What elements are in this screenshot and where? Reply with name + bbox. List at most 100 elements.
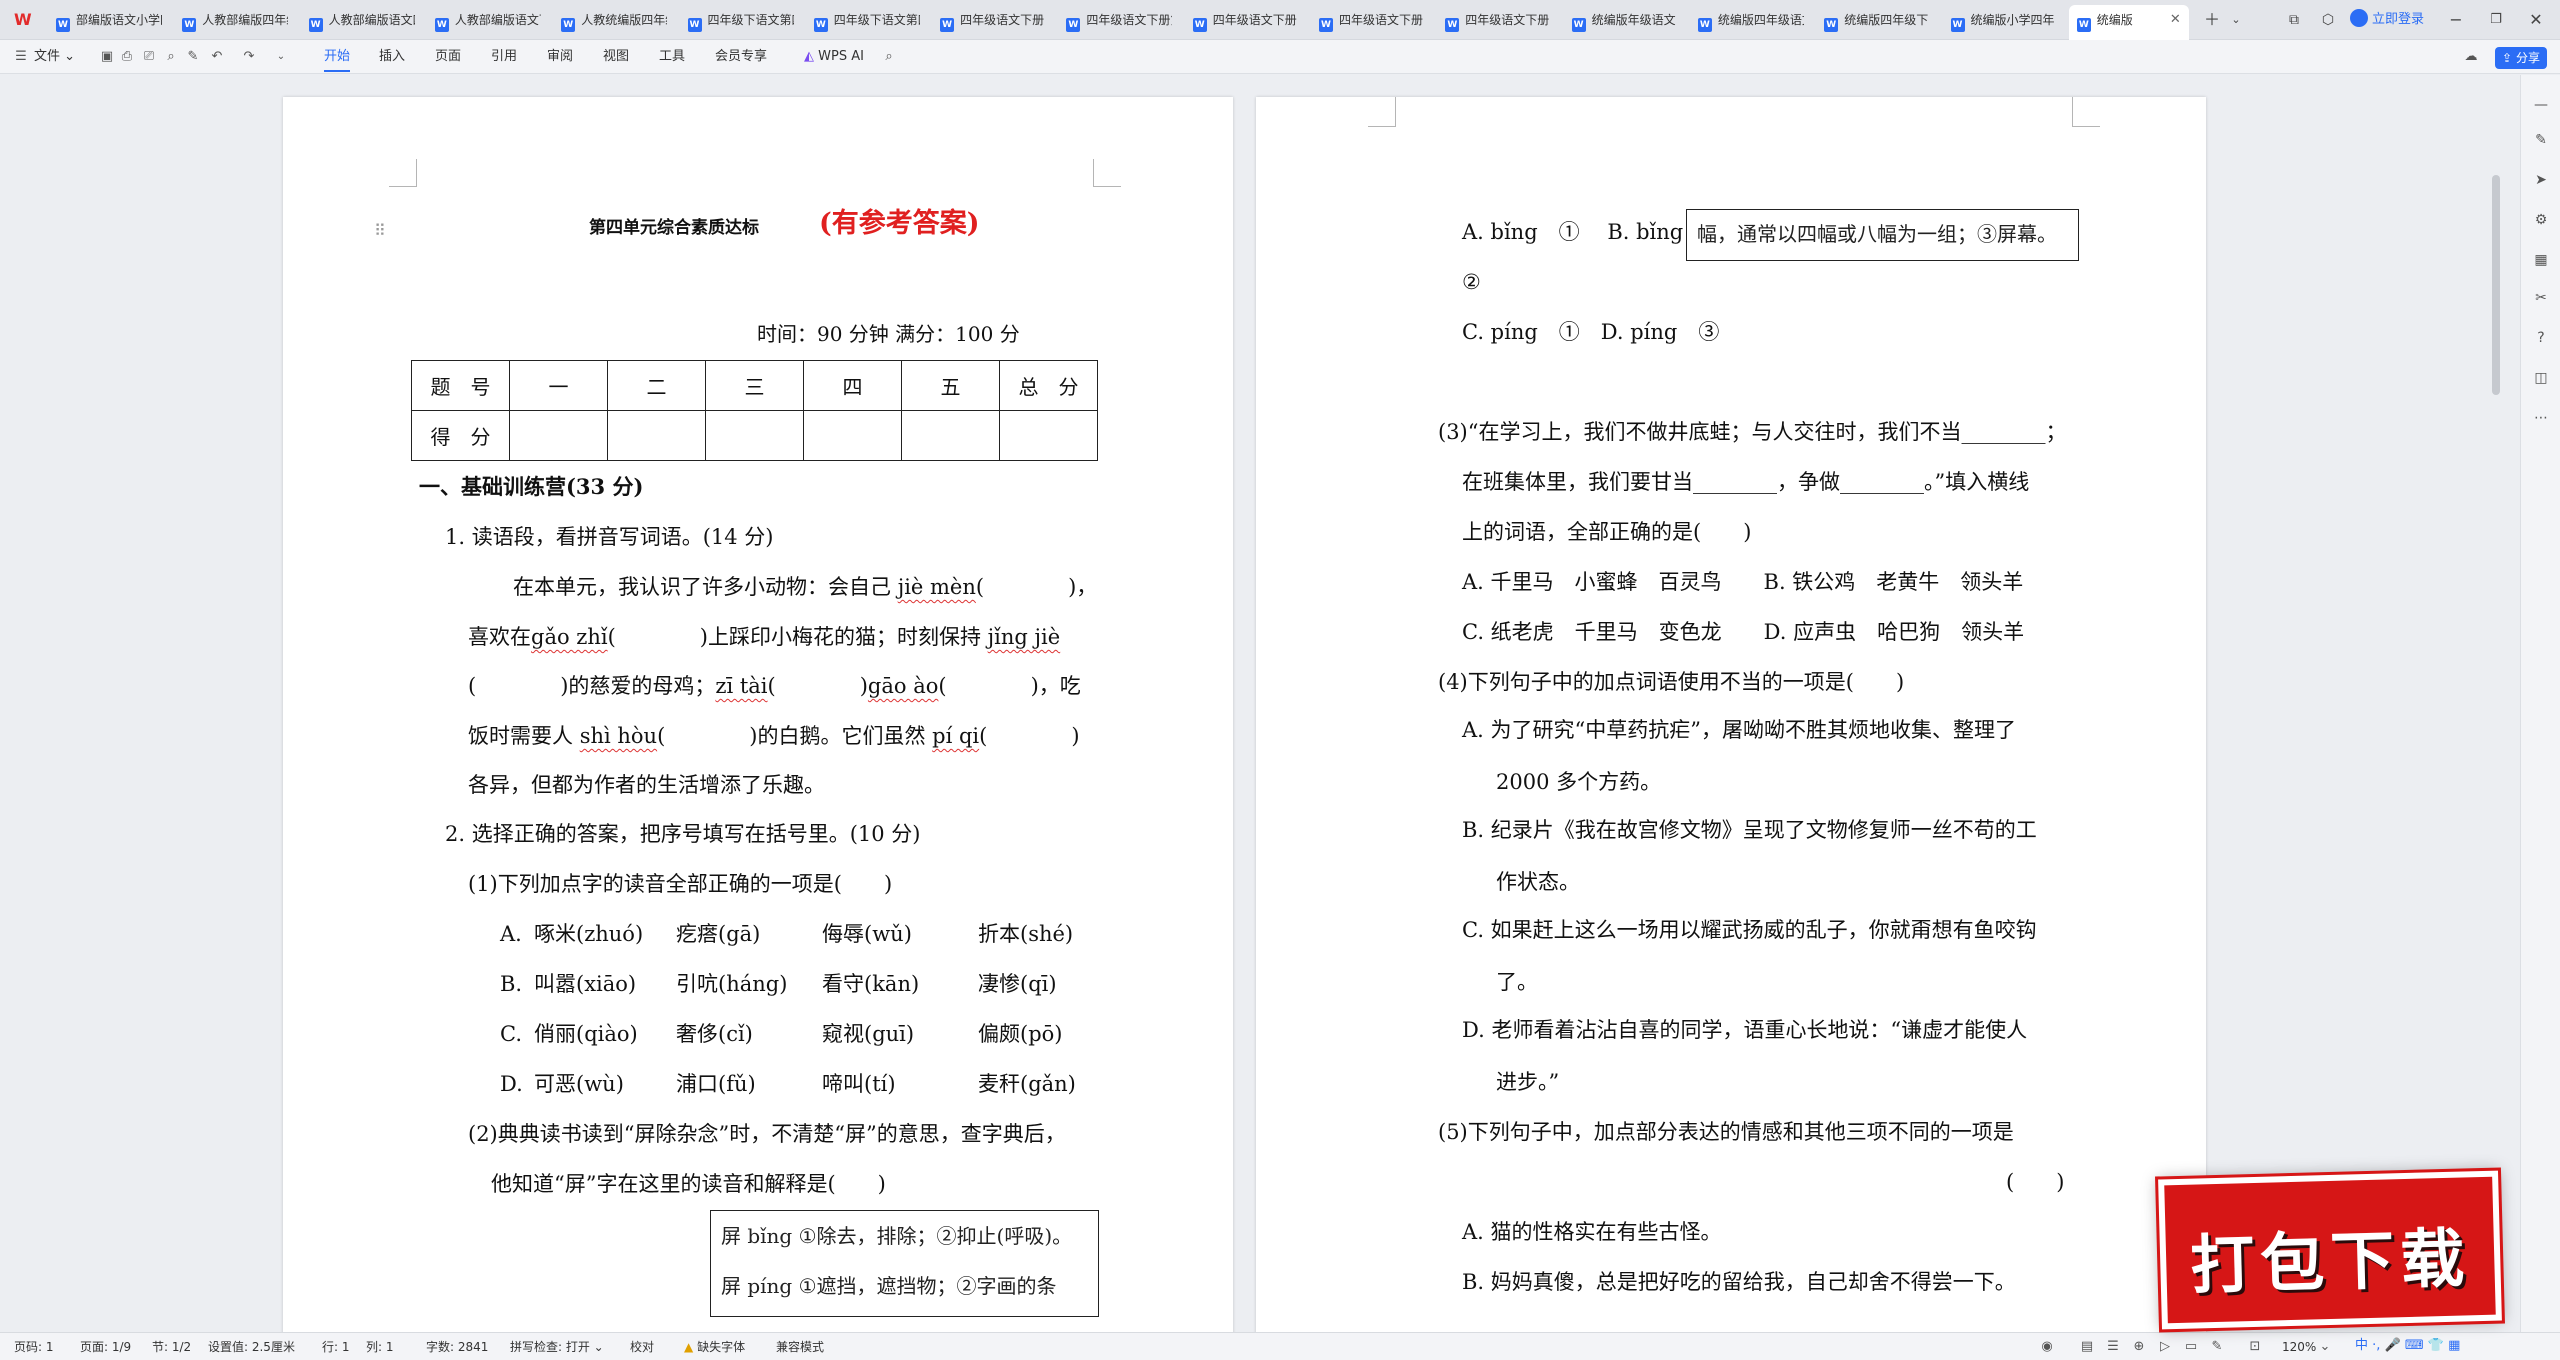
document-tab[interactable]: W 统编版 ✕ [2068, 5, 2189, 40]
print-icon[interactable]: ⎚ [140, 48, 158, 66]
export-icon[interactable]: ⎙ [118, 48, 136, 66]
document-tab[interactable]: W 四年级语文下册 [1185, 5, 1305, 35]
cloud-icon[interactable]: ☁ [2462, 48, 2480, 66]
help-icon[interactable]: ? [2531, 328, 2551, 348]
document-tab[interactable]: W 统编版四年级语文 [1690, 5, 1810, 35]
document-page-1[interactable]: ⠿ 第四单元综合素质达标 (有参考答案) 时间：90 分钟 满分：100 分 题… [283, 97, 1233, 1332]
save-icon[interactable]: ▣ [98, 48, 116, 66]
status-compat[interactable]: 兼容模式 [776, 1339, 824, 1355]
word-doc-icon: W [1824, 18, 1839, 32]
redo-icon[interactable]: ↷ [240, 48, 258, 66]
status-section[interactable]: 节: 1/2 [152, 1339, 191, 1355]
hamburger-icon[interactable]: ☰ [12, 48, 30, 66]
eye-icon[interactable]: ◉ [2038, 1338, 2056, 1356]
more-chevron-icon[interactable]: ⌄ [272, 48, 290, 66]
wps-ai-button[interactable]: ◭ WPS AI [804, 46, 864, 68]
document-tab[interactable]: W 四年级下语文第四 [806, 5, 926, 35]
zoom-chevron-icon[interactable]: ⌄ [2316, 1338, 2334, 1356]
cube-icon[interactable]: ⬡ [2316, 8, 2340, 32]
status-missing-font[interactable]: ▲ 缺失字体 [684, 1339, 745, 1355]
vertical-scrollbar[interactable] [2492, 175, 2500, 395]
table-cell: 三 [705, 360, 804, 411]
tab-vip[interactable]: 会员专享 [715, 46, 767, 68]
page-view-icon[interactable]: ▤ [2078, 1338, 2096, 1356]
maximize-icon[interactable]: ❐ [2484, 8, 2508, 32]
web-view-icon[interactable]: ⊕ [2130, 1338, 2148, 1356]
tab-review[interactable]: 审阅 [547, 46, 573, 68]
close-tab-icon[interactable]: ✕ [2170, 5, 2181, 35]
minimize-icon[interactable]: − [2444, 8, 2468, 32]
undo-icon[interactable]: ↶ [208, 48, 226, 66]
outline-view-icon[interactable]: ☰ [2104, 1338, 2122, 1356]
pointer-icon[interactable]: ➤ [2531, 170, 2551, 190]
status-words[interactable]: 字数: 2841 [426, 1339, 488, 1355]
answer-line: A. bǐng ① B. bǐng [1462, 220, 1684, 244]
tab-home[interactable]: 开始 [324, 46, 351, 72]
download-badge[interactable]: 打包下载 [2158, 1170, 2502, 1330]
more-icon[interactable]: ⋯ [2531, 408, 2551, 428]
tab-label: 四年级语文下册 [1339, 13, 1424, 27]
status-col[interactable]: 列: 1 [366, 1339, 394, 1355]
document-tab[interactable]: W 四年级语文下册第 [1058, 5, 1178, 35]
drag-handle-icon[interactable]: ⠿ [374, 221, 386, 240]
document-tab[interactable]: W 人教部编版四年级下册 [174, 5, 294, 35]
document-tab[interactable]: W 人教部编版语文下册 [427, 5, 547, 35]
answer-line: 进步。” [1496, 1070, 1560, 1094]
crop-mark [389, 159, 417, 187]
status-row[interactable]: 行: 1 [322, 1339, 350, 1355]
close-window-icon[interactable]: ✕ [2524, 8, 2548, 32]
document-tab[interactable]: W 统编版小学四年 [1943, 5, 2063, 35]
image-icon[interactable]: ▦ [2531, 250, 2551, 270]
shirt-icon[interactable]: ◫ [2531, 368, 2551, 388]
tab-view[interactable]: 视图 [603, 46, 629, 68]
menu-file[interactable]: 文件 ⌄ [34, 46, 75, 68]
search-icon[interactable]: ⌕ [880, 48, 898, 66]
document-workspace[interactable]: ⠿ 第四单元综合素质达标 (有参考答案) 时间：90 分钟 满分：100 分 题… [0, 75, 2520, 1332]
login-button[interactable]: 立即登录 [2350, 8, 2424, 32]
option-cell: 叫嚣(xiāo) [534, 972, 637, 996]
tab-list-chevron-icon[interactable]: ⌄ [2224, 8, 2248, 32]
tab-reference[interactable]: 引用 [491, 46, 517, 68]
tab-page[interactable]: 页面 [435, 46, 461, 68]
read-mode-icon[interactable]: ▭ [2182, 1338, 2200, 1356]
new-tab-icon[interactable]: ＋ [2200, 8, 2224, 32]
tab-label: 统编版年级语文 [1591, 13, 1676, 27]
wps-logo-icon[interactable]: W [14, 10, 36, 30]
share-button[interactable]: ⇪ 分享 [2495, 47, 2547, 69]
status-spell[interactable]: 拼写检查: 打开 ⌄ [510, 1339, 604, 1355]
collapse-icon[interactable]: — [2531, 95, 2551, 115]
status-pages[interactable]: 页面: 1/9 [80, 1339, 131, 1355]
format-brush-icon[interactable]: ✎ [184, 48, 202, 66]
status-proof[interactable]: 校对 [630, 1339, 654, 1355]
question-5: ( ) [2006, 1170, 2065, 1194]
ime-toolbar[interactable]: 中 ·, 🎤 ⌨ 👕 ▦ [2355, 1333, 2520, 1359]
edit-icon[interactable]: ✎ [2208, 1338, 2226, 1356]
pen-icon[interactable]: ✎ [2531, 130, 2551, 150]
document-tab[interactable]: W 统编版四年级下 [1816, 5, 1936, 35]
word-doc-icon: W [434, 18, 449, 32]
document-tab[interactable]: W 四年级语文下册 [932, 5, 1052, 35]
document-tab[interactable]: W 统编版年级语文 [1564, 5, 1684, 35]
document-tab[interactable]: W 部编版语文小学四年级下册 [48, 5, 168, 35]
fit-icon[interactable]: ⊡ [2246, 1338, 2264, 1356]
answer-line: ② [1462, 270, 1481, 294]
zoom-level[interactable]: 120% [2282, 1339, 2316, 1355]
status-page[interactable]: 页码: 1 [14, 1339, 54, 1355]
share-icon: ⇪ [2502, 51, 2513, 65]
document-tab[interactable]: W 四年级语文下册 [1437, 5, 1557, 35]
crop-mark [2072, 97, 2100, 127]
document-tab[interactable]: W 四年级语文下册 [1311, 5, 1431, 35]
document-tab[interactable]: W 人教部编版语文四年级 [301, 5, 421, 35]
status-setting[interactable]: 设置值: 2.5厘米 [208, 1339, 295, 1355]
print-preview-icon[interactable]: ⌕ [162, 48, 180, 66]
window-restore-icon[interactable]: ⧉ [2282, 8, 2306, 32]
tools-icon[interactable]: ✂ [2531, 288, 2551, 308]
document-tab[interactable]: W 人教统编版四年级 [553, 5, 673, 35]
document-tab[interactable]: W 四年级下语文第四单元 [680, 5, 800, 35]
option-cell: 麦秆(gǎn) [978, 1072, 1076, 1096]
document-page-2[interactable]: A. bǐng ① B. bǐng 幅，通常以四幅或八幅为一组；③屏幕。 ② C… [1256, 97, 2206, 1332]
tab-insert[interactable]: 插入 [379, 46, 405, 68]
settings-icon[interactable]: ⚙ [2531, 210, 2551, 230]
tab-tools[interactable]: 工具 [659, 46, 685, 68]
play-icon[interactable]: ▷ [2156, 1338, 2174, 1356]
